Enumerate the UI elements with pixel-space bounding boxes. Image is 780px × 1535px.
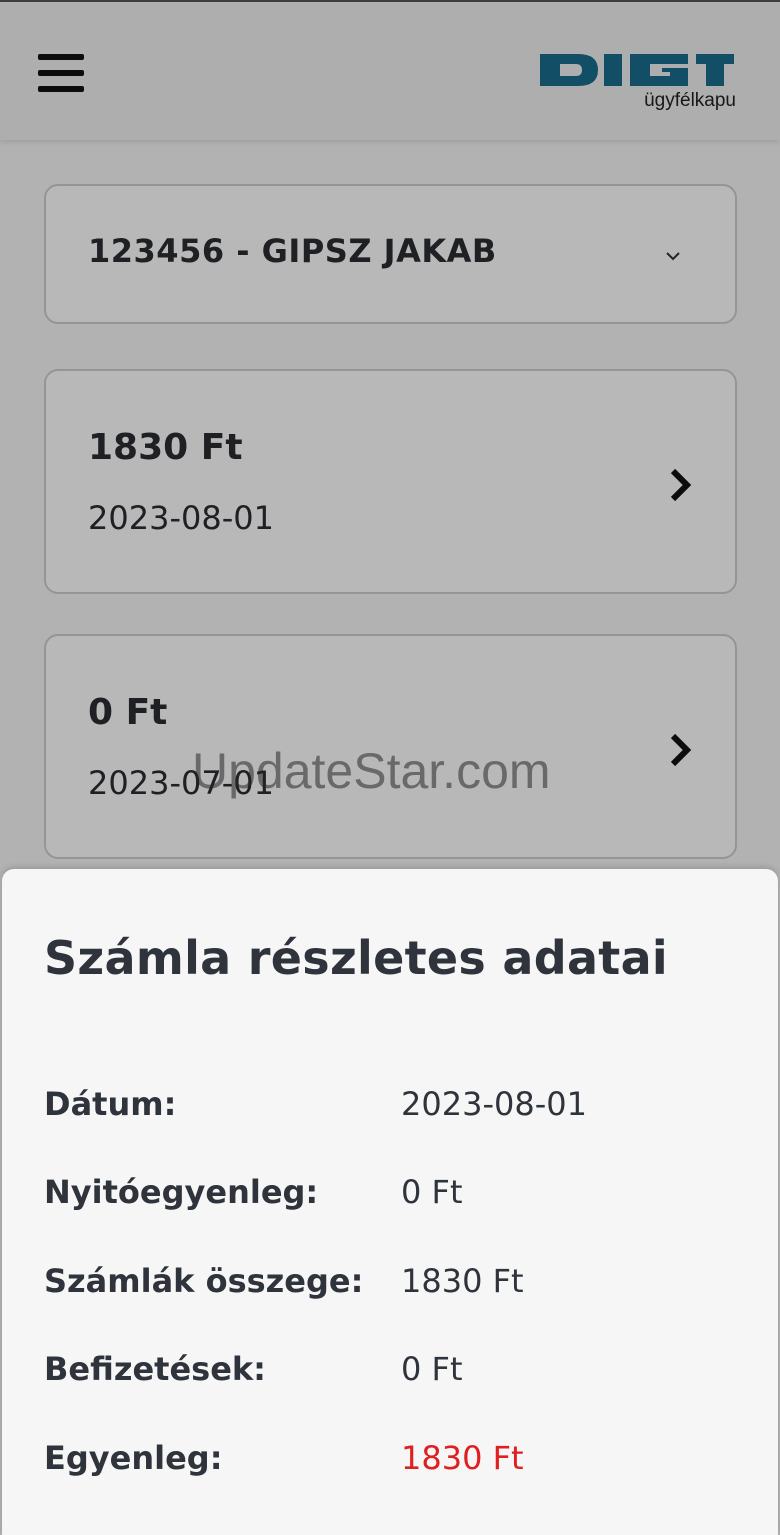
detail-value: 0 Ft [401,1350,463,1388]
detail-value: 1830 Ft [401,1262,524,1300]
detail-label: Egyenleg: [44,1439,223,1477]
bill-details-sheet: Számla részletes adatai Dátum: 2023-08-0… [2,869,778,1535]
detail-row-opening-balance: Nyitóegyenleg: 0 Ft [44,1173,744,1223]
detail-row-date: Dátum: 2023-08-01 [44,1085,744,1135]
watermark: UpdateStar.com [192,743,551,799]
balance-value: 1830 Ft [401,1439,524,1477]
detail-label: Befizetések: [44,1350,266,1388]
detail-value: 2023-08-01 [401,1085,587,1123]
detail-label: Nyitóegyenleg: [44,1173,319,1211]
screen: ügyfélkapu 123456 - GIPSZ JAKAB 1830 Ft … [0,0,780,1535]
detail-label: Dátum: [44,1085,177,1123]
detail-label: Számlák összege: [44,1262,364,1300]
detail-row-payments: Befizetések: 0 Ft [44,1350,744,1400]
detail-row-invoice-total: Számlák összege: 1830 Ft [44,1262,744,1312]
detail-row-balance: Egyenleg: 1830 Ft [44,1439,744,1489]
sheet-title: Számla részletes adatai [44,931,668,985]
detail-value: 0 Ft [401,1173,463,1211]
